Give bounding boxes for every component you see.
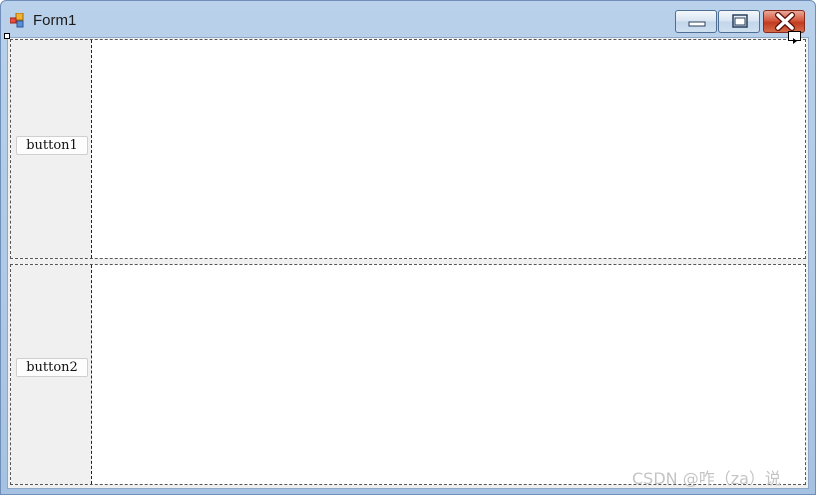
button2[interactable]: button2	[16, 358, 88, 377]
smart-tag-glyph[interactable]	[788, 31, 801, 44]
panel-2-left-column: button2	[11, 265, 92, 484]
close-icon	[775, 12, 795, 31]
smart-tag-arrow-icon	[793, 38, 797, 44]
panel-2: button2	[10, 264, 806, 485]
form-app-icon	[10, 13, 24, 28]
watermark: CSDN @咋（za）说	[632, 469, 781, 488]
title-bar[interactable]: Form1	[1, 1, 815, 37]
minimize-icon	[688, 21, 706, 27]
panel-1: button1	[10, 39, 806, 259]
form-client-area: button1 button2	[7, 37, 809, 489]
window-title: Form1	[33, 12, 77, 29]
maximize-icon	[732, 14, 748, 28]
form-window: Form1 button1 button2 CSDN @咋（za）说	[0, 0, 816, 495]
selection-handle[interactable]	[4, 33, 10, 39]
panel-1-left-column: button1	[11, 40, 92, 258]
maximize-button[interactable]	[718, 10, 760, 33]
close-button[interactable]	[763, 10, 805, 33]
minimize-button[interactable]	[675, 10, 717, 33]
button1[interactable]: button1	[16, 136, 88, 155]
